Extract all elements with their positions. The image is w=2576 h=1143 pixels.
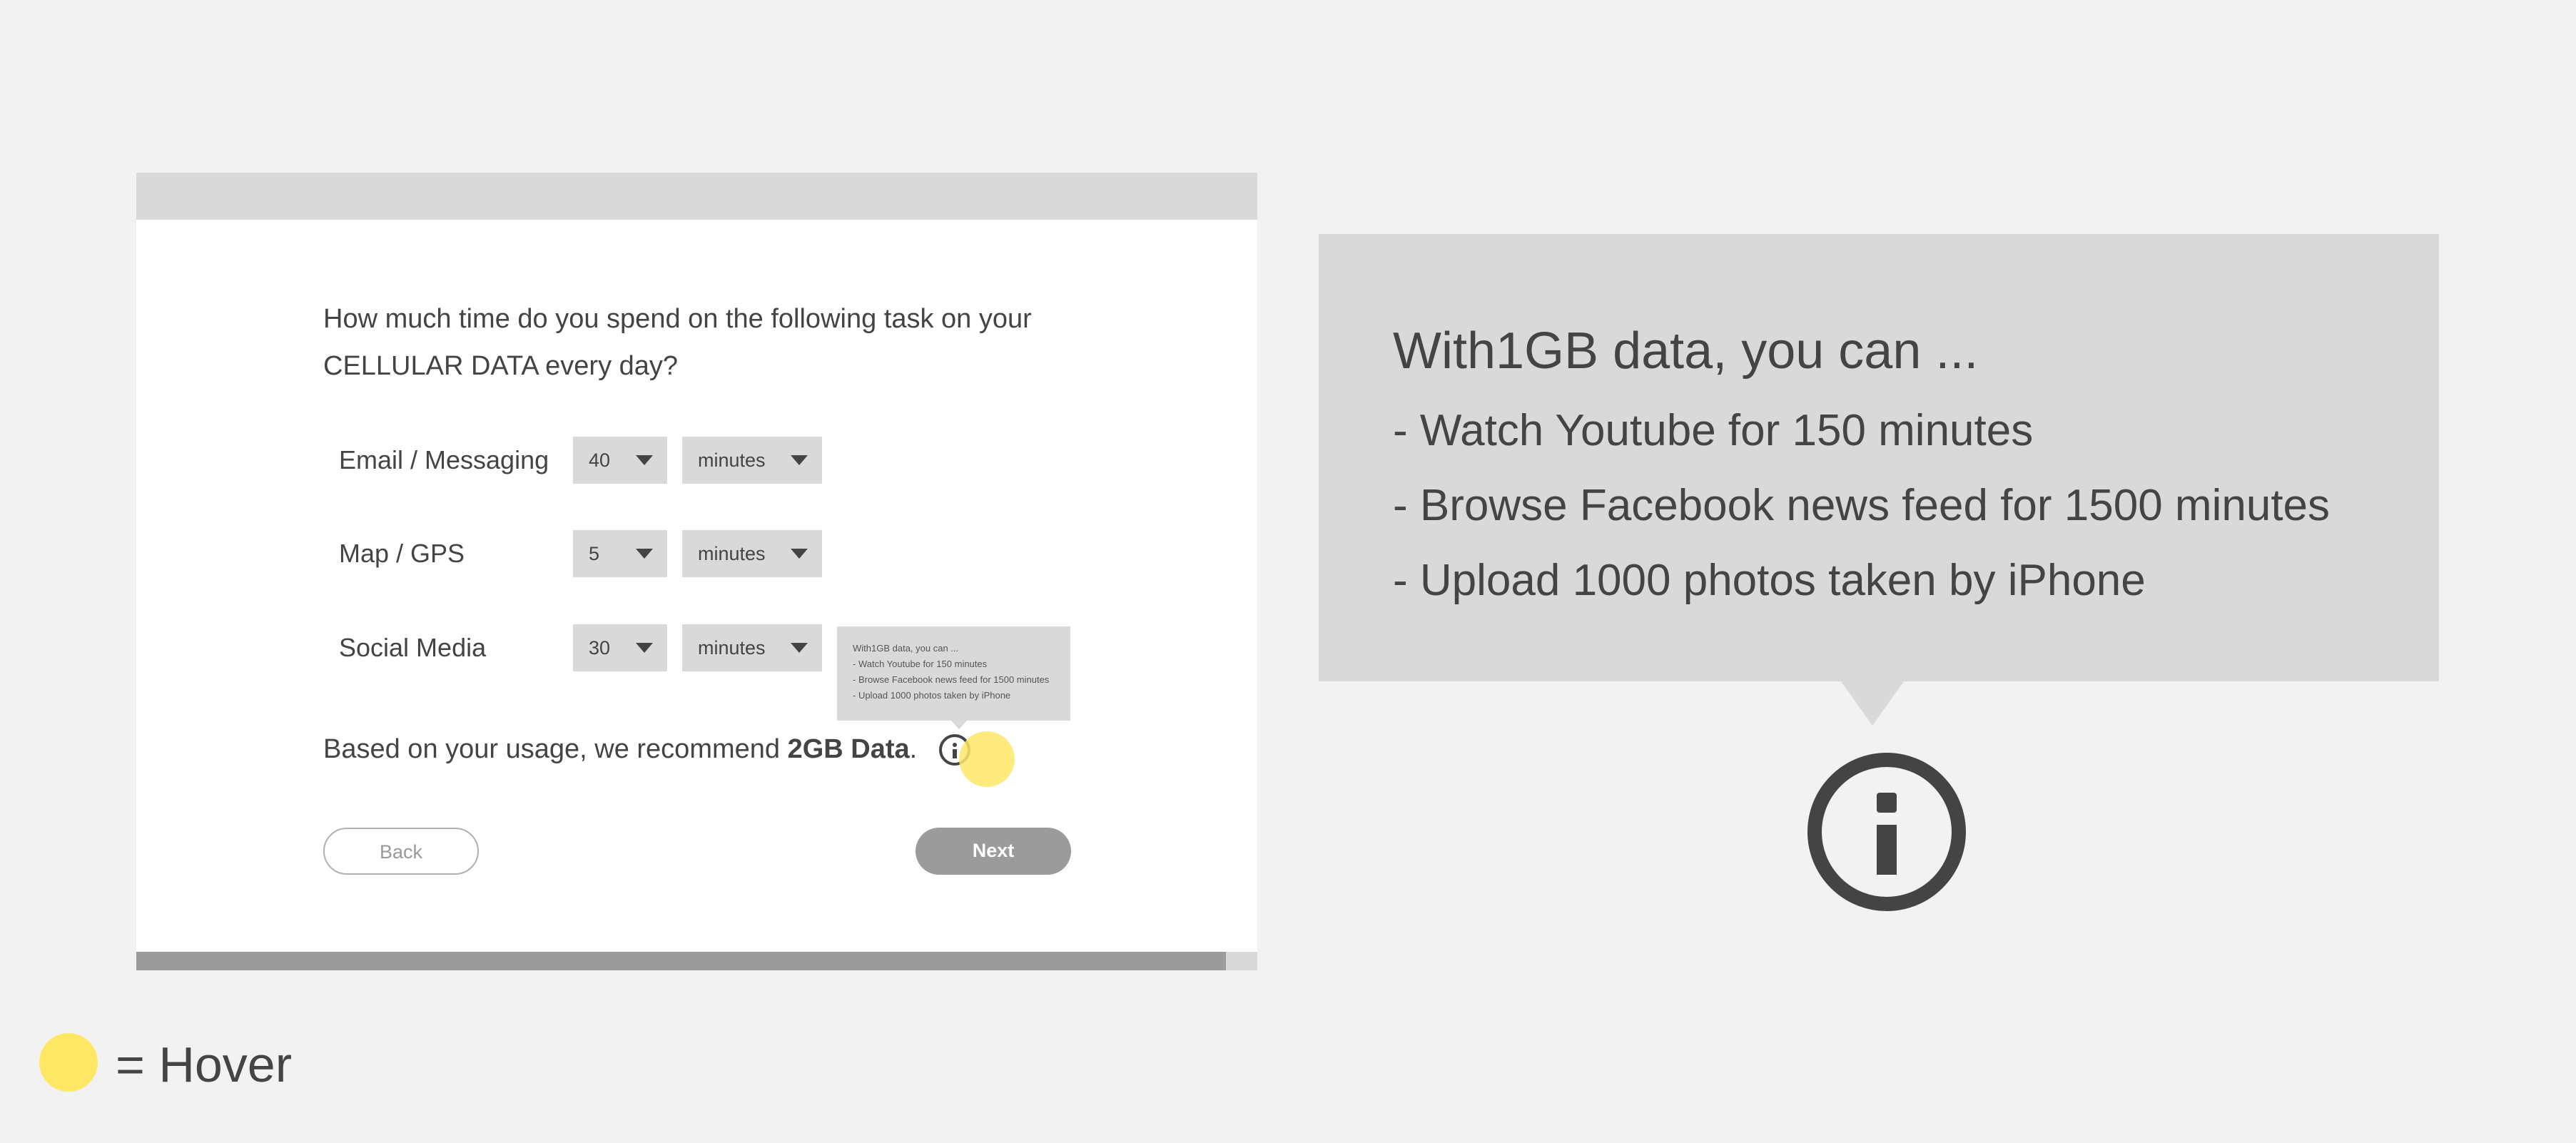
tooltip-line: - Watch Youtube for 150 minutes — [1393, 406, 2034, 455]
info-icon — [1807, 753, 1966, 911]
tooltip-pointer — [1841, 681, 1904, 726]
email-amount-select[interactable]: 40 — [573, 437, 667, 484]
recommendation-value: 2GB Data — [787, 734, 910, 764]
progress-fill — [136, 952, 1226, 970]
recommendation-prefix: Based on your usage, we recommend — [323, 734, 788, 764]
map-amount-value: 5 — [589, 543, 600, 564]
email-unit-value: minutes — [698, 449, 766, 471]
survey-card: How much time do you spend on the follow… — [136, 173, 1257, 970]
caret-down-icon — [791, 549, 808, 559]
caret-down-icon — [636, 455, 653, 465]
recommendation-text: Based on your usage, we recommend 2GB Da… — [323, 729, 917, 769]
map-unit-select[interactable]: minutes — [682, 530, 822, 577]
social-unit-value: minutes — [698, 637, 766, 659]
row-label-map: Map / GPS — [339, 539, 465, 568]
mini-tooltip-line: - Watch Youtube for 150 minutes — [853, 659, 988, 669]
next-button[interactable]: Next — [916, 828, 1071, 875]
recommendation-suffix: . — [909, 734, 918, 764]
caret-down-icon — [791, 455, 808, 465]
mini-tooltip-pointer — [951, 721, 967, 729]
progress-bar — [136, 952, 1257, 970]
email-unit-select[interactable]: minutes — [682, 437, 822, 484]
social-amount-value: 30 — [589, 637, 611, 659]
hover-indicator — [959, 731, 1015, 787]
mini-tooltip: With1GB data, you can ... - Watch Youtub… — [837, 626, 1070, 721]
caret-down-icon — [791, 643, 808, 653]
question-line-1: How much time do you spend on the follow… — [323, 304, 1032, 334]
caret-down-icon — [636, 549, 653, 559]
hover-legend-dot — [39, 1033, 98, 1092]
email-amount-value: 40 — [589, 449, 611, 471]
mini-tooltip-line: - Upload 1000 photos taken by iPhone — [853, 690, 1011, 701]
map-amount-select[interactable]: 5 — [573, 530, 667, 577]
social-amount-select[interactable]: 30 — [573, 624, 667, 671]
row-label-email: Email / Messaging — [339, 445, 549, 474]
tooltip-enlarged: With1GB data, you can ... - Watch Youtub… — [1319, 234, 2439, 681]
tooltip-title: With1GB data, you can ... — [1393, 322, 1979, 380]
map-unit-value: minutes — [698, 543, 766, 564]
mini-tooltip-line: - Browse Facebook news feed for 1500 min… — [853, 674, 1050, 685]
caret-down-icon — [636, 643, 653, 653]
mini-tooltip-title: With1GB data, you can ... — [853, 643, 959, 654]
tooltip-line: - Browse Facebook news feed for 1500 min… — [1393, 481, 2331, 530]
row-label-social: Social Media — [339, 633, 487, 662]
social-unit-select[interactable]: minutes — [682, 624, 822, 671]
question-line-2: CELLULAR DATA every day? — [323, 351, 679, 381]
back-button[interactable]: Back — [323, 828, 479, 875]
question-text: How much time do you spend on the follow… — [323, 295, 1108, 390]
hover-legend-label: = Hover — [116, 1037, 293, 1092]
card-header-bar — [136, 173, 1257, 220]
tooltip-line: - Upload 1000 photos taken by iPhone — [1393, 556, 2146, 605]
